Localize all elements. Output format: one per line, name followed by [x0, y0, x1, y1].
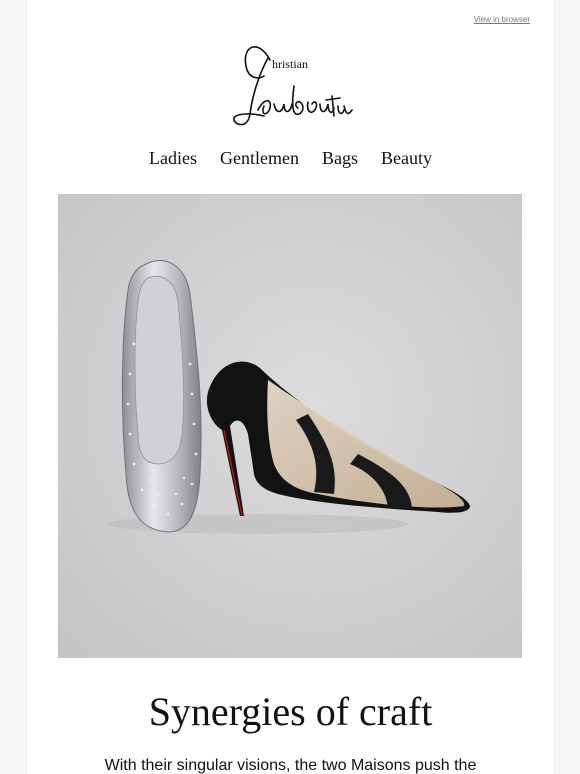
view-in-browser-link[interactable]: View in browser	[474, 15, 530, 24]
nav-item-ladies[interactable]: Ladies	[149, 148, 197, 169]
brand-logo[interactable]: hristian	[228, 36, 353, 132]
hero-image[interactable]	[58, 194, 522, 658]
shoes-illustration	[108, 260, 471, 534]
body-text: With their singular visions, the two Mai…	[104, 757, 477, 774]
headline: Synergies of craft	[148, 689, 433, 734]
nav-item-gentlemen[interactable]: Gentlemen	[220, 148, 299, 169]
main-navigation: Ladies Gentlemen Bags Beauty	[28, 148, 553, 169]
nav-item-beauty[interactable]: Beauty	[381, 148, 432, 169]
svg-text:hristian: hristian	[272, 57, 308, 71]
signature-logo-icon: hristian	[233, 46, 353, 126]
nav-item-bags[interactable]: Bags	[322, 148, 358, 169]
email-container: View in browser hristian Ladies Gentleme…	[28, 0, 553, 774]
